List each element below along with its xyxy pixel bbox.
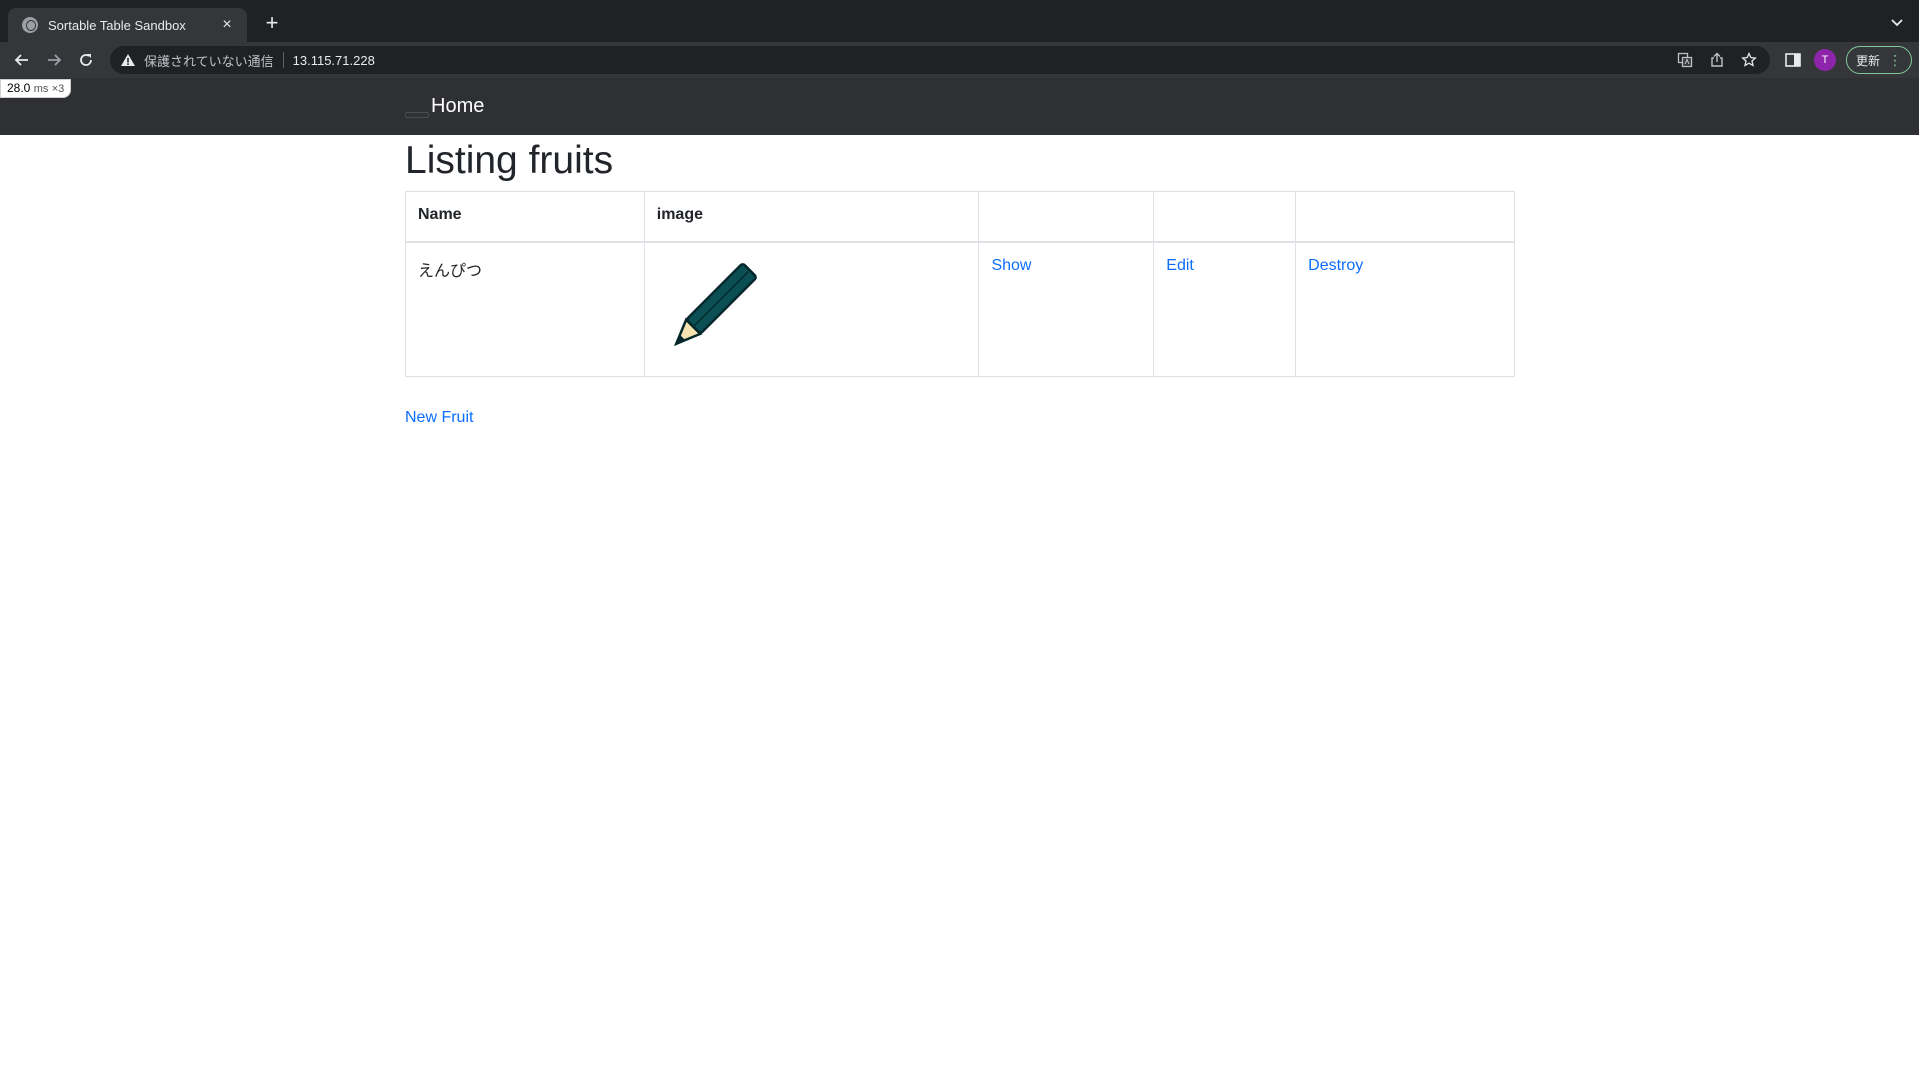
globe-icon	[22, 17, 38, 33]
address-bar-actions	[1676, 51, 1758, 69]
tab-search-icon[interactable]	[1889, 14, 1905, 30]
more-menu-icon[interactable]: ⋮	[1888, 52, 1902, 69]
navbar-brand-home[interactable]: Home	[431, 95, 484, 118]
header-show-column	[978, 191, 1155, 243]
back-button[interactable]	[12, 50, 32, 70]
perf-unit: ms	[33, 83, 49, 95]
arrow-right-icon	[48, 54, 62, 66]
browser-tab[interactable]: Sortable Table Sandbox ×	[8, 8, 247, 42]
new-tab-button[interactable]: +	[260, 12, 284, 36]
navbar-toggler-icon[interactable]	[405, 112, 429, 118]
address-bar[interactable]: 保護されていない通信 13.115.71.228	[110, 46, 1770, 74]
address-separator	[282, 52, 284, 68]
browser-tabstrip: Sortable Table Sandbox × +	[0, 0, 1919, 42]
cell-name: えんぴつ	[405, 241, 645, 377]
header-name: Name	[405, 191, 645, 243]
header-destroy-column	[1295, 191, 1515, 243]
bookmark-star-icon[interactable]	[1740, 51, 1758, 69]
cell-destroy: Destroy	[1295, 241, 1515, 377]
arrow-left-icon	[14, 54, 28, 66]
header-image: image	[643, 191, 980, 243]
performance-badge[interactable]: 28.0 ms ×3	[0, 79, 72, 98]
table-header-row: Name image	[405, 191, 1515, 243]
cell-image	[643, 241, 980, 377]
side-panel-icon[interactable]	[1784, 51, 1802, 69]
cell-edit: Edit	[1153, 241, 1297, 377]
show-link[interactable]: Show	[991, 257, 1031, 274]
update-label: 更新	[1855, 53, 1880, 68]
translate-icon[interactable]	[1676, 51, 1694, 69]
share-icon[interactable]	[1708, 51, 1726, 69]
site-navbar: Home	[0, 78, 1919, 135]
profile-avatar[interactable]: T	[1814, 49, 1836, 71]
reload-button[interactable]	[76, 50, 96, 70]
perf-count: ×3	[51, 83, 65, 95]
security-status-label[interactable]: 保護されていない通信	[144, 51, 274, 70]
update-button[interactable]: 更新 ⋮	[1846, 46, 1912, 74]
warning-icon[interactable]	[120, 52, 136, 68]
perf-value: 28.0	[7, 81, 31, 95]
page-title: Listing fruits	[405, 139, 614, 182]
reload-icon	[80, 54, 92, 66]
header-edit-column	[1153, 191, 1297, 243]
browser-toolbar: 保護されていない通信 13.115.71.228 T 更新 ⋮	[0, 42, 1919, 78]
destroy-link[interactable]: Destroy	[1308, 257, 1363, 274]
cell-show: Show	[978, 241, 1155, 377]
fruits-table: Name image えんぴつ Show Edit Destroy	[405, 191, 1515, 377]
pencil-icon	[673, 262, 757, 346]
tab-close-icon[interactable]: ×	[217, 15, 237, 35]
table-row: えんぴつ Show Edit Destroy	[405, 241, 1515, 377]
forward-button[interactable]	[44, 50, 64, 70]
new-fruit-link[interactable]: New Fruit	[405, 409, 473, 427]
tab-title: Sortable Table Sandbox	[48, 17, 186, 33]
edit-link[interactable]: Edit	[1166, 257, 1194, 274]
url-text[interactable]: 13.115.71.228	[293, 53, 375, 68]
